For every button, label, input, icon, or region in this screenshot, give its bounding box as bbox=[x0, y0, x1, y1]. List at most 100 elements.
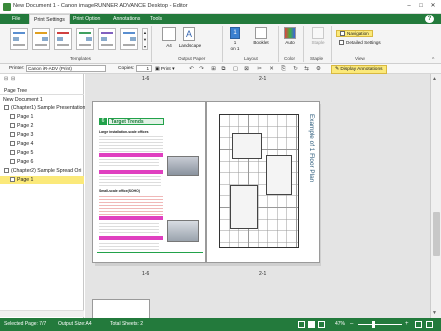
copy-icon[interactable]: ⧉ bbox=[220, 66, 227, 73]
delete-page-icon[interactable]: ⊠ bbox=[243, 66, 250, 73]
collapse-ribbon-icon[interactable]: ^ bbox=[432, 57, 434, 63]
cut-icon[interactable]: ✕ bbox=[268, 66, 275, 73]
scroll-down-icon[interactable]: ▼ bbox=[432, 310, 437, 316]
ribbon: ▲ ▼ ▾ Templates A4 A Landscape Output Pape… bbox=[0, 24, 441, 64]
template-4[interactable] bbox=[76, 28, 94, 50]
minimize-icon[interactable]: – bbox=[404, 2, 414, 11]
tree-label: Page 3 bbox=[17, 132, 34, 138]
print-button[interactable]: ▣ Print ▾ bbox=[155, 66, 181, 73]
tree-item-document[interactable]: New Document 1 bbox=[0, 96, 84, 104]
detailed-settings-toggle[interactable]: Detailed Settings bbox=[339, 40, 381, 46]
tree-item-page[interactable]: Page 5 bbox=[0, 149, 84, 157]
tree-item-chapter1[interactable]: (Chapter1) Sample Presentation bbox=[0, 104, 86, 112]
layout-group-label: Layout bbox=[244, 56, 258, 61]
color-mode-icon[interactable] bbox=[284, 27, 296, 39]
detailed-settings-label: Detailed Settings bbox=[346, 40, 381, 45]
insert-icon[interactable]: ⊞ bbox=[210, 66, 217, 73]
printer-select[interactable]: Canon iR-ADV (Print) bbox=[26, 65, 106, 72]
redo-icon[interactable]: ↷ bbox=[198, 66, 205, 73]
fit-width-icon[interactable] bbox=[426, 321, 433, 328]
next-sheet-preview[interactable] bbox=[92, 299, 150, 318]
tab-print-settings[interactable]: Print Settings bbox=[29, 14, 70, 24]
expand-icon[interactable] bbox=[4, 105, 9, 111]
tree-item-page[interactable]: Page 2 bbox=[0, 122, 84, 130]
scroll-thumb[interactable] bbox=[432, 212, 440, 256]
template-1[interactable] bbox=[10, 28, 28, 50]
staple-label[interactable]: Staple bbox=[307, 40, 329, 45]
page-tree-panel: ⊟ ⊟ Page Tree New Document 1 (Chapter1) … bbox=[0, 74, 86, 318]
zoom-in-icon[interactable]: + bbox=[405, 318, 409, 331]
tree-label: (Chapter1) Sample Presentation bbox=[11, 105, 86, 111]
tree-label: Page 1 bbox=[17, 177, 34, 183]
toolbar: Printer: Canon iR-ADV (Print) Copies: 1 … bbox=[0, 64, 441, 74]
annotations-icon: ✎ bbox=[335, 66, 340, 72]
help-icon[interactable]: ? bbox=[425, 15, 434, 23]
separator bbox=[151, 26, 152, 62]
booklet-label[interactable]: Booklet bbox=[249, 40, 273, 45]
template-6[interactable] bbox=[120, 28, 138, 50]
booklet-icon[interactable] bbox=[255, 27, 267, 39]
tree-item-chapter2[interactable]: (Chapter2) Sample Spread Ori bbox=[0, 167, 84, 175]
scissors-icon[interactable]: ✂ bbox=[256, 66, 263, 73]
tab-tools[interactable]: Tools bbox=[146, 14, 166, 24]
right-page[interactable]: Example of 1 Floor Plan bbox=[206, 101, 320, 263]
vertical-scrollbar[interactable]: ▲ ▼ bbox=[430, 74, 441, 318]
maximize-icon[interactable]: □ bbox=[416, 2, 426, 11]
print-label: Print bbox=[160, 66, 171, 72]
tab-file[interactable]: File bbox=[8, 14, 24, 24]
zoom-slider-thumb[interactable] bbox=[372, 321, 375, 328]
undo-icon[interactable]: ↶ bbox=[188, 66, 195, 73]
orientation-label[interactable]: Landscape bbox=[175, 43, 205, 48]
view-group-label: View bbox=[355, 56, 365, 61]
settings-icon[interactable]: ⚙ bbox=[315, 66, 322, 73]
paper-size-icon[interactable] bbox=[162, 27, 176, 41]
tree-item-page-selected[interactable]: Page 1 bbox=[0, 176, 84, 184]
panel-icons[interactable]: ⊟ ⊟ bbox=[4, 76, 15, 82]
new-page-icon[interactable]: ▢ bbox=[232, 66, 239, 73]
template-5[interactable] bbox=[98, 28, 116, 50]
horizontal-scrollbar[interactable] bbox=[0, 310, 84, 317]
single-view-icon[interactable] bbox=[298, 321, 305, 328]
page-icon bbox=[10, 123, 15, 129]
zoom-out-icon[interactable]: – bbox=[350, 318, 353, 331]
left-page[interactable]: 6 Target Trends Large installation-scale… bbox=[92, 101, 206, 263]
paste-icon[interactable]: ⎘ bbox=[280, 66, 287, 73]
template-3[interactable] bbox=[54, 28, 72, 50]
section-subtitle-1: Large installation-scale offices bbox=[99, 130, 149, 134]
flip-icon[interactable]: ⇆ bbox=[303, 66, 310, 73]
tree-item-page[interactable]: Page 4 bbox=[0, 140, 84, 148]
office-photo-2 bbox=[167, 220, 199, 242]
display-annotations-button[interactable]: ✎ Display Annotations bbox=[331, 64, 387, 74]
pages-per-sheet-icon[interactable]: 1 bbox=[230, 27, 240, 39]
color-mode-label[interactable]: Auto bbox=[280, 40, 300, 45]
staple-group-label: Staple bbox=[310, 56, 324, 61]
scroll-up-icon[interactable]: ▲ bbox=[432, 76, 437, 82]
spread-view-icon[interactable] bbox=[308, 321, 315, 328]
floor-plan-room bbox=[230, 185, 258, 229]
fit-page-icon[interactable] bbox=[415, 321, 422, 328]
tree-label: (Chapter2) Sample Spread Ori bbox=[11, 168, 82, 174]
navigation-toggle[interactable]: Navigation bbox=[336, 30, 373, 37]
zoom-slider[interactable] bbox=[358, 324, 402, 325]
tree-item-page[interactable]: Page 1 bbox=[0, 113, 84, 121]
ribbon-tabs: File Print Settings Print Option Annotat… bbox=[0, 14, 441, 24]
expand-icon[interactable] bbox=[4, 168, 9, 174]
tree-item-page[interactable]: Page 3 bbox=[0, 131, 84, 139]
tab-annotations[interactable]: Annotations bbox=[109, 14, 144, 24]
printer-label: Printer: bbox=[9, 66, 25, 71]
template-2[interactable] bbox=[32, 28, 50, 50]
copies-input[interactable]: 1 bbox=[136, 65, 152, 72]
tree-label: Page 1 bbox=[17, 114, 34, 120]
tab-print-option[interactable]: Print Option bbox=[69, 14, 104, 24]
staple-icon[interactable] bbox=[312, 27, 324, 39]
separator bbox=[222, 26, 223, 62]
close-icon[interactable]: ✕ bbox=[428, 2, 438, 11]
pages-per-sheet-label: 1 bbox=[233, 40, 237, 45]
tree-label: Page 5 bbox=[17, 150, 34, 156]
thumbnail-view-icon[interactable] bbox=[318, 321, 325, 328]
navigation-label: Navigation bbox=[347, 31, 369, 36]
template-scroll[interactable]: ▲ ▼ ▾ bbox=[142, 28, 148, 50]
rotate-icon[interactable]: ↻ bbox=[292, 66, 299, 73]
tree-item-page[interactable]: Page 6 bbox=[0, 158, 84, 166]
orientation-icon[interactable]: A bbox=[183, 27, 195, 41]
